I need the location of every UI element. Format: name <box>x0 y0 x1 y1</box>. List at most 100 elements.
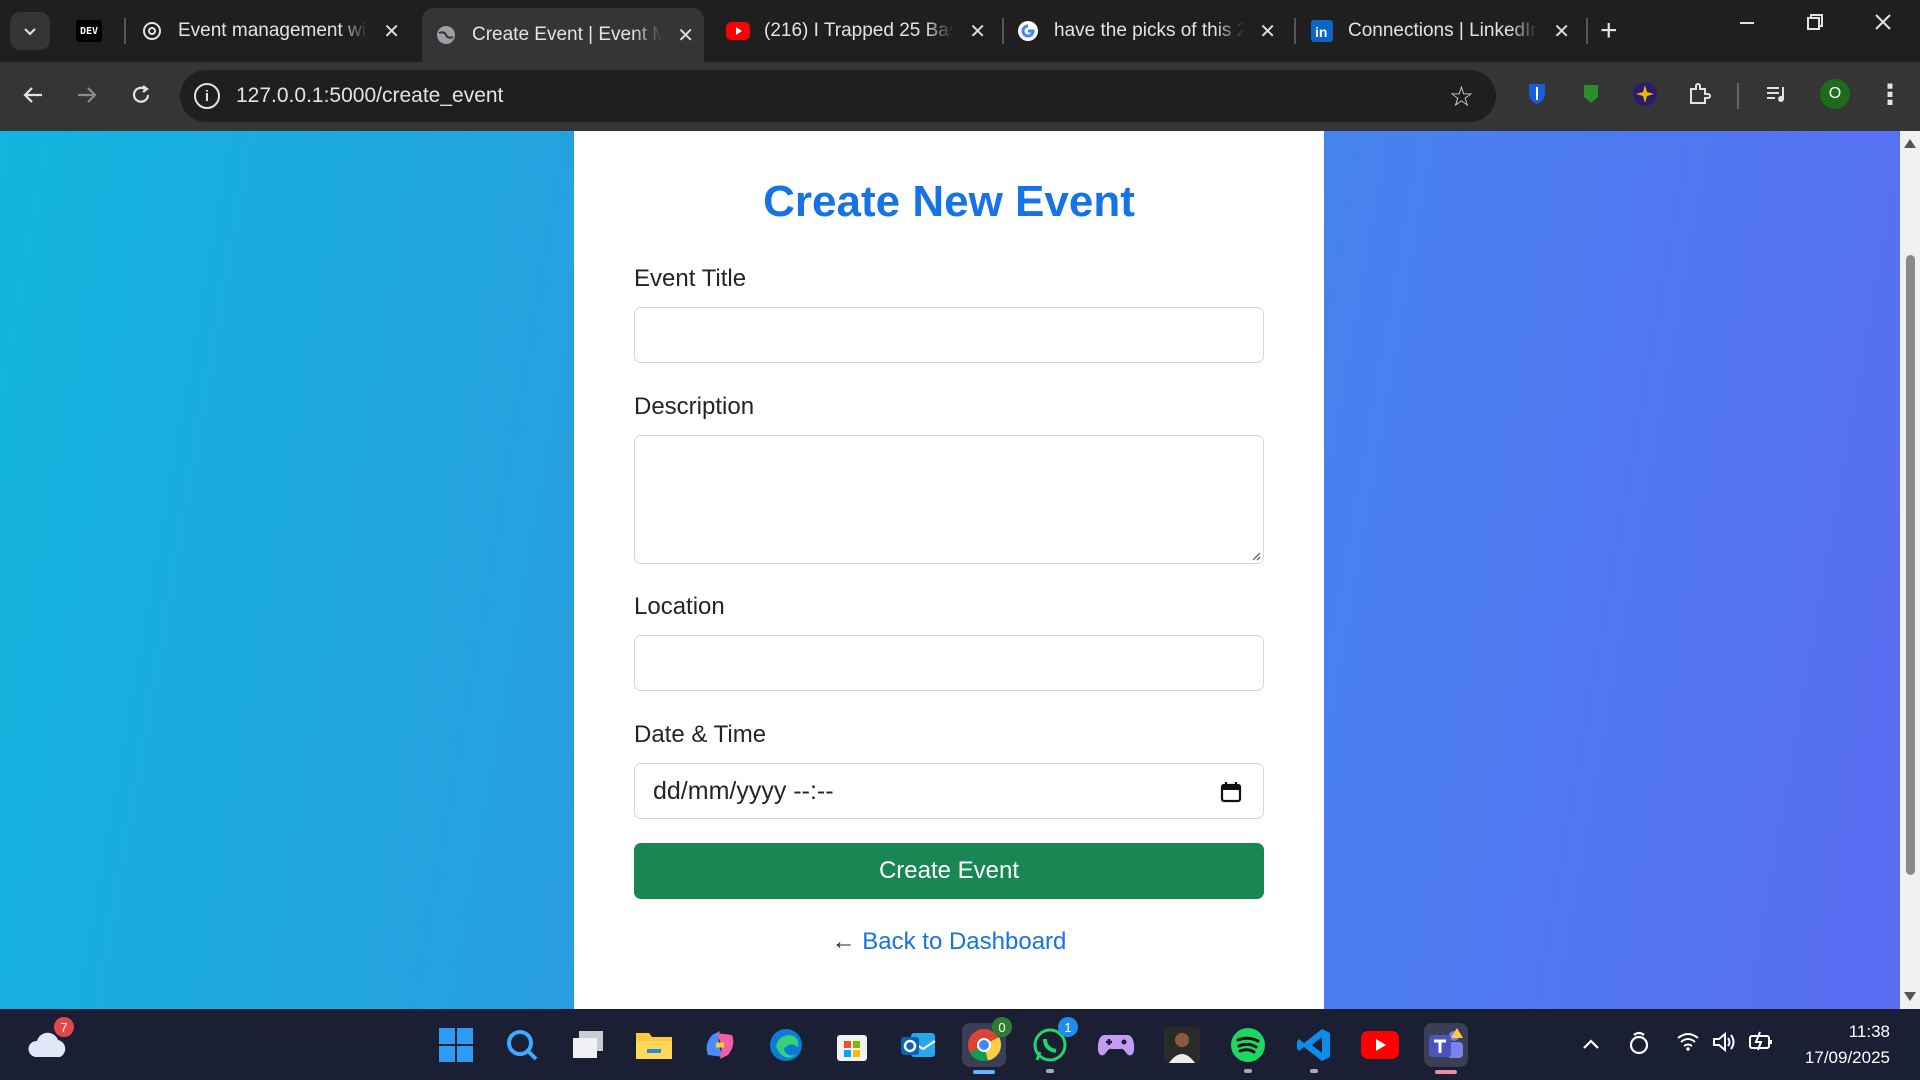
youtube-icon <box>726 19 750 43</box>
teams-app[interactable] <box>1424 1023 1468 1074</box>
task-view-icon <box>573 1031 603 1058</box>
menu-kebab-icon[interactable]: ⋮ <box>1876 78 1904 111</box>
windows-logo-icon <box>439 1028 473 1062</box>
wifi-icon[interactable] <box>1676 1031 1700 1057</box>
windows-taskbar: 7 0 1 11:38 17/09/2025 <box>0 1009 1920 1080</box>
bitwarden-extension-icon[interactable] <box>1522 79 1552 109</box>
running-indicator <box>1310 1069 1318 1073</box>
chrome-app[interactable]: 0 <box>962 1017 1012 1074</box>
tab-title: have the picks of this 2( <box>1054 20 1244 41</box>
spotify-app[interactable] <box>1226 1023 1270 1073</box>
dev-tab-icon[interactable]: DEV <box>76 20 102 42</box>
datetime-placeholder: dd/mm/yyyy --:-- <box>653 776 834 805</box>
close-icon[interactable]: ✕ <box>1553 19 1570 44</box>
extensions-puzzle-icon[interactable] <box>1684 79 1714 109</box>
close-icon[interactable]: ✕ <box>677 23 694 48</box>
create-event-card: Create New Event Event Title Description… <box>574 131 1324 1009</box>
site-info-icon[interactable]: i <box>194 83 220 109</box>
new-tab-button[interactable]: + <box>1600 14 1618 48</box>
show-hidden-icons-chevron[interactable] <box>1582 1031 1600 1057</box>
file-explorer-app[interactable] <box>632 1023 676 1067</box>
tab-youtube[interactable]: (216) I Trapped 25 Bask ✕ <box>726 8 996 54</box>
copilot-app[interactable] <box>698 1023 742 1067</box>
url-text[interactable]: 127.0.0.1:5000/create_event <box>236 84 503 108</box>
sparkle-extension-icon[interactable] <box>1630 79 1660 109</box>
back-icon[interactable] <box>16 78 50 112</box>
vscode-app[interactable] <box>1292 1023 1336 1073</box>
edge-icon <box>770 1029 802 1061</box>
back-link-label: Back to Dashboard <box>862 928 1067 955</box>
clock-time: 11:38 <box>1848 1022 1890 1041</box>
edge-app[interactable] <box>764 1023 808 1067</box>
system-clock[interactable]: 11:38 17/09/2025 <box>1805 1019 1890 1071</box>
close-icon[interactable]: ✕ <box>1259 19 1276 44</box>
chrome-badge: 0 <box>992 1017 1012 1037</box>
tab-title: Create Event | Event Ma <box>472 24 662 45</box>
running-indicator <box>1244 1069 1252 1073</box>
location-label: Location <box>634 593 725 620</box>
folder-icon <box>636 1033 672 1059</box>
location-input[interactable] <box>634 635 1264 691</box>
back-to-dashboard-link[interactable]: ← Back to Dashboard <box>574 928 1324 956</box>
whatsapp-badge: 1 <box>1058 1017 1078 1037</box>
outlook-app[interactable] <box>896 1023 940 1067</box>
scroll-up-arrow-icon[interactable] <box>1904 139 1916 148</box>
profile-avatar[interactable]: O <box>1820 79 1850 109</box>
avatar-app[interactable] <box>1160 1023 1204 1067</box>
weather-widget[interactable]: 7 <box>26 1017 74 1067</box>
toolbar-separator <box>1737 83 1739 109</box>
svg-text:in: in <box>1315 24 1327 40</box>
green-extension-icon[interactable] <box>1576 79 1606 109</box>
tab-separator <box>1294 18 1296 44</box>
whatsapp-app[interactable]: 1 <box>1028 1017 1078 1073</box>
globe-icon <box>434 23 458 47</box>
spotify-icon <box>1231 1028 1265 1062</box>
tab-search-button[interactable] <box>10 12 50 50</box>
start-button[interactable] <box>434 1023 478 1067</box>
calendar-icon[interactable] <box>1219 780 1243 804</box>
forward-icon[interactable] <box>70 78 104 112</box>
volume-icon[interactable] <box>1712 1031 1736 1059</box>
reload-icon[interactable] <box>124 78 158 112</box>
youtube-app[interactable] <box>1358 1023 1402 1067</box>
search-button[interactable] <box>500 1023 544 1067</box>
scroll-down-arrow-icon[interactable] <box>1904 992 1916 1001</box>
scrollbar-thumb[interactable] <box>1906 255 1915 875</box>
bookmark-star-icon[interactable]: ☆ <box>1449 80 1474 113</box>
page-title: Create New Event <box>763 177 1135 226</box>
restore-icon[interactable] <box>1806 10 1824 38</box>
person-avatar-icon <box>1164 1027 1200 1063</box>
battery-charging-icon[interactable] <box>1748 1031 1774 1057</box>
window-close-icon[interactable] <box>1874 10 1892 38</box>
tab-title: Event management wit <box>178 20 368 41</box>
media-control-icon[interactable] <box>1762 79 1792 109</box>
page-scrollbar[interactable] <box>1900 131 1920 1009</box>
tab-google-search[interactable]: have the picks of this 2( ✕ <box>1016 8 1286 54</box>
minimize-icon[interactable] <box>1738 10 1756 38</box>
datetime-input[interactable]: dd/mm/yyyy --:-- <box>634 763 1264 819</box>
address-bar[interactable]: i 127.0.0.1:5000/create_event ☆ <box>180 70 1496 122</box>
teams-icon <box>1429 1028 1463 1058</box>
close-icon[interactable]: ✕ <box>383 19 400 44</box>
tab-linkedin[interactable]: in Connections | LinkedIn ✕ <box>1310 8 1580 54</box>
page-viewport: Create New Event Event Title Description… <box>0 131 1900 1009</box>
browser-toolbar: i 127.0.0.1:5000/create_event ☆ O ⋮ <box>0 62 1920 131</box>
tab-strip: DEV Event management wit ✕ Create Event … <box>0 0 1920 62</box>
event-title-input[interactable] <box>634 307 1264 363</box>
close-icon[interactable]: ✕ <box>969 19 986 44</box>
microsoft-store-app[interactable] <box>830 1023 874 1067</box>
game-app[interactable] <box>1094 1023 1138 1067</box>
task-view-button[interactable] <box>566 1023 610 1067</box>
tab-separator <box>124 18 126 44</box>
resize-grip-icon[interactable] <box>1249 549 1261 561</box>
vscode-icon <box>1297 1029 1330 1061</box>
description-label: Description <box>634 393 755 420</box>
onedrive-sync-icon[interactable] <box>1628 1031 1650 1061</box>
datetime-label: Date & Time <box>634 721 767 748</box>
create-event-button[interactable]: Create Event <box>634 843 1264 899</box>
tab-event-management[interactable]: Event management wit ✕ <box>140 8 410 54</box>
tab-create-event[interactable]: Create Event | Event Ma ✕ <box>422 8 704 62</box>
description-textarea[interactable] <box>634 435 1264 564</box>
tab-title: Connections | LinkedIn <box>1348 20 1538 41</box>
google-icon <box>1016 19 1040 43</box>
